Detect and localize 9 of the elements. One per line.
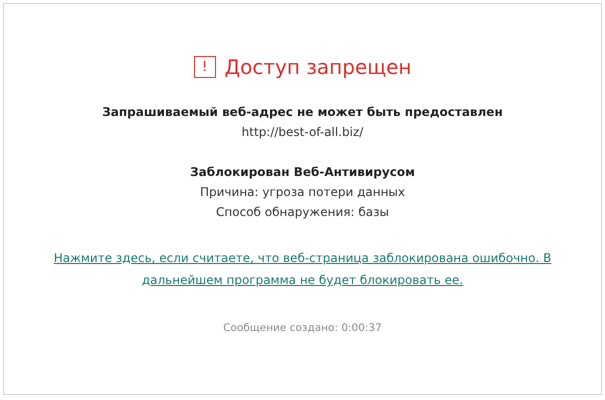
unblock-link[interactable]: Нажмите здесь, если считаете, что веб-страница заблокирована ошибочно. В дальнейшем программа не будет блокировать ее. (42, 247, 562, 291)
message-text: Способ обнаружения: базы (216, 204, 389, 221)
message-text: http://best-of-all.biz/ (242, 124, 364, 141)
message-heading: Заблокирован Веб-Антивирусом (190, 164, 415, 181)
created-time: Сообщение создано: 0:00:37 (223, 321, 382, 336)
warning-icon: ! (194, 56, 216, 78)
page-title: Доступ запрещен (224, 54, 412, 81)
message-text: Причина: угроза потери данных (200, 184, 405, 201)
message-heading: Запрашиваемый веб-адрес не может быть предоставлен (102, 104, 503, 121)
